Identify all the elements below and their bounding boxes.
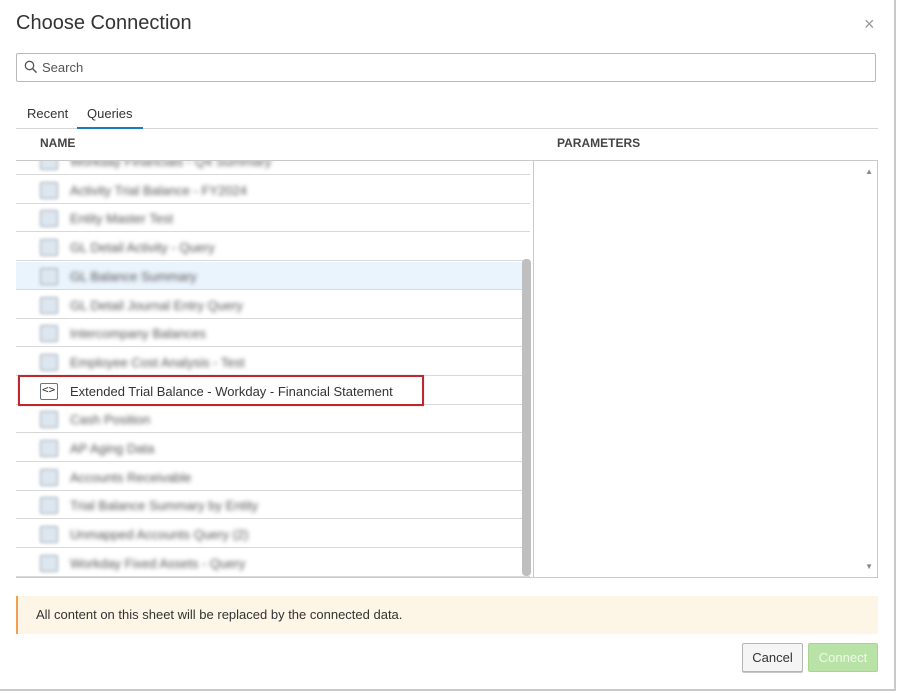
query-list: Workday Financials - Q4 Summary Activity … xyxy=(16,160,534,578)
list-item-label: Intercompany Balances xyxy=(70,326,206,342)
list-item[interactable]: GL Balance Summary xyxy=(16,261,530,290)
list-item-label: Workday Financials - Q4 Summary xyxy=(70,160,272,169)
list-item[interactable]: Workday Financials - Q4 Summary xyxy=(16,160,530,175)
code-brackets-icon xyxy=(40,468,58,486)
code-brackets-icon: <> xyxy=(40,382,58,400)
code-brackets-icon xyxy=(40,267,58,285)
scroll-down-icon[interactable]: ▼ xyxy=(865,562,873,571)
list-item[interactable]: Accounts Receivable xyxy=(16,463,530,491)
code-brackets-icon xyxy=(40,526,58,544)
list-item[interactable]: GL Detail Activity - Query xyxy=(16,233,530,262)
parameters-column-header: PARAMETERS xyxy=(557,136,641,150)
tab-recent[interactable]: Recent xyxy=(27,106,68,127)
code-brackets-icon xyxy=(40,161,58,170)
list-item-label: Entity Master Test xyxy=(70,211,174,227)
name-column-header: NAME xyxy=(40,136,76,150)
dialog-title: Choose Connection xyxy=(16,12,192,34)
list-item-label: Unmapped Accounts Query (2) xyxy=(70,527,249,543)
tab-bar: Recent Queries xyxy=(16,100,878,129)
list-item-label: Cash Position xyxy=(70,412,151,428)
list-item[interactable]: Unmapped Accounts Query (2) xyxy=(16,520,530,549)
code-brackets-icon xyxy=(40,325,58,343)
list-item-label: Workday Fixed Assets - Query xyxy=(70,555,246,571)
tab-queries[interactable]: Queries xyxy=(77,106,143,129)
list-item[interactable]: Workday Fixed Assets - Query xyxy=(16,549,530,577)
parameters-panel: ▲ ▼ xyxy=(533,160,878,578)
scroll-up-icon[interactable]: ▲ xyxy=(865,167,873,176)
code-brackets-icon xyxy=(40,181,58,199)
list-item-label: Extended Trial Balance - Workday - Finan… xyxy=(70,383,393,399)
list-item-label: GL Detail Activity - Query xyxy=(70,240,215,256)
notice-text: All content on this sheet will be replac… xyxy=(36,607,403,622)
list-item-label: AP Aging Data xyxy=(70,441,155,456)
list-item[interactable]: Trial Balance Summary by Entity xyxy=(16,491,530,520)
list-item-label: Employee Cost Analysis - Test xyxy=(70,354,245,370)
connect-button[interactable]: Connect xyxy=(808,643,878,672)
list-item-label: GL Balance Summary xyxy=(70,268,197,284)
list-item-label: Trial Balance Summary by Entity xyxy=(70,498,259,514)
list-item-label: GL Detail Journal Entry Query xyxy=(70,297,243,313)
search-icon xyxy=(24,60,38,74)
search-box xyxy=(16,53,876,82)
code-brackets-icon xyxy=(40,440,58,457)
code-brackets-icon xyxy=(40,497,58,515)
code-brackets-icon xyxy=(40,296,58,314)
choose-connection-dialog: Choose Connection × Recent Queries NAME … xyxy=(0,0,896,691)
code-brackets-icon xyxy=(40,353,58,371)
list-item[interactable]: GL Detail Journal Entry Query xyxy=(16,291,530,319)
list-item[interactable]: Activity Trial Balance - FY2024 xyxy=(16,176,530,204)
code-brackets-icon xyxy=(40,554,58,572)
list-item[interactable]: Entity Master Test xyxy=(16,204,530,233)
cancel-button[interactable]: Cancel xyxy=(742,643,803,672)
code-brackets-icon xyxy=(40,210,58,228)
warning-notice: All content on this sheet will be replac… xyxy=(16,596,878,634)
list-item[interactable]: Employee Cost Analysis - Test xyxy=(16,348,530,376)
code-brackets-icon xyxy=(40,239,58,257)
list-item[interactable]: Cash Position xyxy=(16,405,530,434)
list-item-label: Activity Trial Balance - FY2024 xyxy=(70,182,248,198)
list-scrollbar[interactable] xyxy=(522,259,531,576)
list-item-label: Accounts Receivable xyxy=(70,469,192,485)
code-brackets-icon xyxy=(40,411,58,429)
list-item[interactable]: <> Extended Trial Balance - Workday - Fin… xyxy=(16,377,530,405)
list-item[interactable]: AP Aging Data xyxy=(16,434,530,462)
close-icon[interactable]: × xyxy=(864,14,875,34)
search-input[interactable] xyxy=(42,54,862,81)
list-item[interactable]: Intercompany Balances xyxy=(16,319,530,348)
